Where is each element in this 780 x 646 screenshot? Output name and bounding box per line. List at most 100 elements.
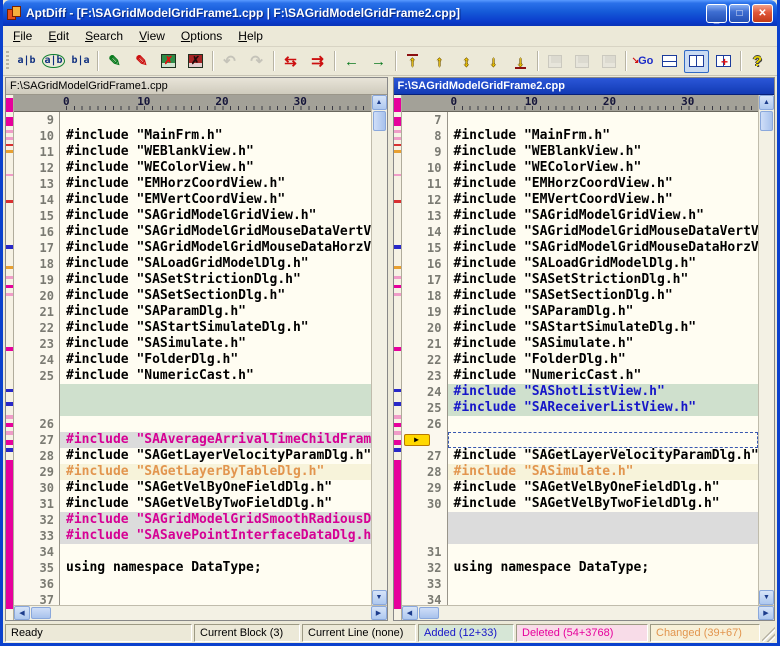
- code-line[interactable]: 7: [402, 112, 759, 128]
- help-button[interactable]: ?: [745, 50, 770, 73]
- code-line[interactable]: 27#include "SAGetLayerVelocityParamDlg.h…: [402, 448, 759, 464]
- code-line[interactable]: 21#include "SAParamDlg.h": [14, 304, 371, 320]
- code-line[interactable]: 31#include "SAGetVelByTwoFieldDlg.h": [14, 496, 371, 512]
- pane-header-left[interactable]: F:\SAGridModelGridFrame1.cpp: [6, 78, 387, 95]
- scroll-right-icon[interactable]: ▶: [371, 606, 387, 620]
- code-line[interactable]: ▶: [402, 432, 759, 448]
- code-line[interactable]: 34: [402, 592, 759, 605]
- code-line[interactable]: 33#include "SASavePointInterfaceDataDlg.…: [14, 528, 371, 544]
- code-line[interactable]: 35using namespace DataType;: [14, 560, 371, 576]
- discard-right-button[interactable]: ✗: [183, 50, 208, 73]
- code-line[interactable]: 33: [402, 576, 759, 592]
- code-line[interactable]: [14, 400, 371, 416]
- code-line[interactable]: 20#include "SAStartSimulateDlg.h": [402, 320, 759, 336]
- edit-right-button[interactable]: ✎: [129, 50, 154, 73]
- horizontal-scrollbar-left[interactable]: ◀▶: [14, 605, 387, 620]
- code-line[interactable]: 29#include "SAGetLayerByTableDlg.h": [14, 464, 371, 480]
- compare-button[interactable]: a|b: [14, 50, 39, 73]
- scroll-right-icon[interactable]: ▶: [758, 606, 774, 620]
- horizontal-scrollbar-right[interactable]: ◀▶: [402, 605, 775, 620]
- code-line[interactable]: 8#include "MainFrm.h": [402, 128, 759, 144]
- first-diff-button[interactable]: ↑: [400, 50, 425, 73]
- code-line[interactable]: 30#include "SAGetVelByTwoFieldDlg.h": [402, 496, 759, 512]
- code-line[interactable]: 11#include "WEBlankView.h": [14, 144, 371, 160]
- swap-compare-button[interactable]: b|a: [68, 50, 93, 73]
- edit-left-button[interactable]: ✎: [102, 50, 127, 73]
- code-line[interactable]: 17#include "SAGridModelGridMouseDataHorz…: [14, 240, 371, 256]
- prev-diff-button[interactable]: ↑: [427, 50, 452, 73]
- menu-view[interactable]: View: [131, 27, 173, 46]
- code-line[interactable]: 12#include "WEColorView.h": [14, 160, 371, 176]
- menu-file[interactable]: File: [5, 27, 40, 46]
- code-line[interactable]: 25#include "NumericCast.h": [14, 368, 371, 384]
- code-line[interactable]: 15#include "SAGridModelGridMouseDataHorz…: [402, 240, 759, 256]
- code-line[interactable]: 23#include "SASimulate.h": [14, 336, 371, 352]
- go-right-button[interactable]: →: [366, 50, 391, 73]
- code-line[interactable]: 32#include "SAGridModelGridSmoothRadious…: [14, 512, 371, 528]
- code-line[interactable]: [402, 528, 759, 544]
- vscroll-thumb[interactable]: [373, 111, 386, 131]
- scroll-up-icon[interactable]: ▲: [372, 95, 387, 110]
- hscroll-thumb[interactable]: [31, 607, 51, 619]
- code-line[interactable]: 13#include "SAGridModelGridView.h": [402, 208, 759, 224]
- code-line[interactable]: 20#include "SASetSectionDlg.h": [14, 288, 371, 304]
- code-line[interactable]: 24#include "SAShotListView.h": [402, 384, 759, 400]
- code-line[interactable]: 12#include "EMVertCoordView.h": [402, 192, 759, 208]
- code-line[interactable]: 26: [14, 416, 371, 432]
- code-line[interactable]: 37: [14, 592, 371, 605]
- code-line[interactable]: 17#include "SASetStrictionDlg.h": [402, 272, 759, 288]
- menu-help[interactable]: Help: [230, 27, 271, 46]
- code-line[interactable]: 9: [14, 112, 371, 128]
- overview-bar-right[interactable]: [394, 95, 402, 620]
- code-line[interactable]: 11#include "EMHorzCoordView.h": [402, 176, 759, 192]
- code-line[interactable]: 26: [402, 416, 759, 432]
- code-line[interactable]: [14, 384, 371, 400]
- pane-header-right[interactable]: F:\SAGridModelGridFrame2.cpp: [394, 78, 775, 95]
- vertical-scrollbar-right[interactable]: ▲▼: [758, 95, 774, 605]
- current-diff-button[interactable]: ↕: [454, 50, 479, 73]
- code-line[interactable]: 19#include "SAParamDlg.h": [402, 304, 759, 320]
- next-diff-button[interactable]: ↓: [481, 50, 506, 73]
- menu-search[interactable]: Search: [77, 27, 131, 46]
- vertical-scrollbar-left[interactable]: ▲▼: [371, 95, 387, 605]
- close-button[interactable]: ✕: [752, 4, 773, 23]
- copy-block-left-button[interactable]: ⇆: [278, 50, 303, 73]
- code-line[interactable]: 16#include "SALoadGridModelDlg.h": [402, 256, 759, 272]
- code-line[interactable]: 14#include "EMVertCoordView.h": [14, 192, 371, 208]
- code-line[interactable]: 28#include "SASimulate.h": [402, 464, 759, 480]
- goto-button[interactable]: Go: [630, 50, 655, 73]
- code-line[interactable]: 21#include "SASimulate.h": [402, 336, 759, 352]
- code-line[interactable]: 19#include "SASetStrictionDlg.h": [14, 272, 371, 288]
- scroll-down-icon[interactable]: ▼: [759, 590, 774, 605]
- scroll-left-icon[interactable]: ◀: [402, 606, 418, 620]
- hscroll-track[interactable]: [52, 606, 371, 620]
- minimize-button[interactable]: _: [706, 4, 727, 23]
- menu-edit[interactable]: Edit: [40, 27, 77, 46]
- copy-block-right-button[interactable]: ⇉: [305, 50, 330, 73]
- scroll-up-icon[interactable]: ▲: [759, 95, 774, 110]
- scroll-left-icon[interactable]: ◀: [14, 606, 30, 620]
- code-line[interactable]: 22#include "FolderDlg.h": [402, 352, 759, 368]
- code-line[interactable]: 15#include "SAGridModelGridView.h": [14, 208, 371, 224]
- code-line[interactable]: 32using namespace DataType;: [402, 560, 759, 576]
- hscroll-track[interactable]: [440, 606, 759, 620]
- scroll-down-icon[interactable]: ▼: [372, 590, 387, 605]
- code-line[interactable]: 9#include "WEBlankView.h": [402, 144, 759, 160]
- code-line[interactable]: 28#include "SAGetLayerVelocityParamDlg.h…: [14, 448, 371, 464]
- vscroll-track[interactable]: [759, 132, 774, 590]
- overview-bar-left[interactable]: [6, 95, 14, 620]
- menu-options[interactable]: Options: [173, 27, 230, 46]
- toolbar-grip[interactable]: [6, 51, 9, 71]
- code-line[interactable]: 27#include "SAAverageArrivalTimeChildFra…: [14, 432, 371, 448]
- code-line[interactable]: 36: [14, 576, 371, 592]
- code-line[interactable]: 25#include "SAReceiverListView.h": [402, 400, 759, 416]
- code-line[interactable]: 18#include "SASetSectionDlg.h": [402, 288, 759, 304]
- maximize-button[interactable]: □: [729, 4, 750, 23]
- code-line[interactable]: 13#include "EMHorzCoordView.h": [14, 176, 371, 192]
- code-line[interactable]: 31: [402, 544, 759, 560]
- resize-grip[interactable]: [762, 624, 775, 642]
- code-line[interactable]: 18#include "SALoadGridModelDlg.h": [14, 256, 371, 272]
- code-line[interactable]: 24#include "FolderDlg.h": [14, 352, 371, 368]
- code-line[interactable]: 10#include "WEColorView.h": [402, 160, 759, 176]
- last-diff-button[interactable]: ↓: [508, 50, 533, 73]
